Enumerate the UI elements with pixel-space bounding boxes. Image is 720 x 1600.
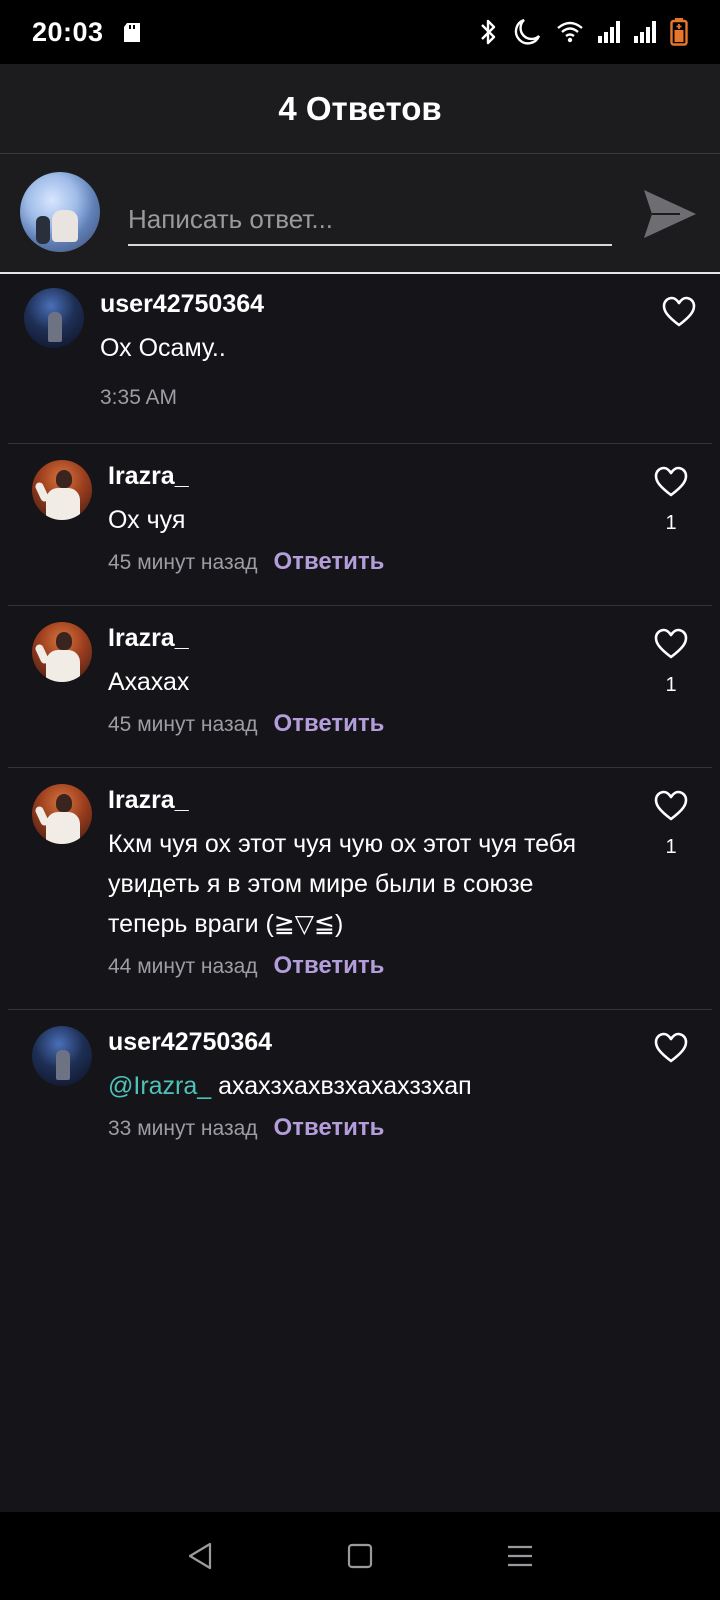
comment-time: 44 минут назад (108, 955, 258, 978)
comment-username[interactable]: Irazra_ (108, 624, 189, 653)
list-item: user42750364 Ох Осаму.. 3:35 AM (8, 276, 712, 444)
like-count: 1 (665, 512, 677, 534)
list-item: user42750364 @Irazra_ ахахзхахвзхахахззх… (8, 1010, 712, 1172)
comment-text: Кхм чуя ох этот чуя чую ох этот чуя тебя… (108, 830, 577, 938)
screen: 20:03 4 Ответов Написать ответ... user42… (0, 0, 720, 1600)
back-icon (188, 1542, 212, 1570)
heart-icon[interactable] (662, 296, 696, 328)
comment-username[interactable]: user42750364 (108, 1028, 272, 1057)
heart-icon[interactable] (654, 1032, 688, 1064)
list-item: Irazra_ Ох чуя 45 минут назад Ответить 1 (8, 444, 712, 606)
wifi-icon (557, 21, 583, 43)
comment-meta: 45 минут назад Ответить (108, 710, 384, 738)
bluetooth-icon (481, 19, 496, 45)
comment-meta: 45 минут назад Ответить (108, 548, 384, 576)
reply-input[interactable] (128, 194, 612, 246)
battery-icon (670, 18, 688, 46)
like-count: 1 (665, 674, 677, 696)
menu-icon (508, 1545, 532, 1567)
reply-button[interactable]: Ответить (274, 1114, 385, 1142)
heart-icon[interactable] (654, 628, 688, 660)
comment-text: @Irazra_ ахахзхахвзхахахззхап (108, 1066, 472, 1106)
reply-composer (0, 154, 720, 274)
send-icon[interactable] (640, 186, 700, 242)
comment-username[interactable]: Irazra_ (108, 462, 189, 491)
signal-icon (634, 21, 656, 43)
avatar[interactable] (24, 288, 84, 348)
comment-text: Ох Осаму.. (100, 334, 226, 362)
signal-icon (598, 21, 620, 43)
menu-button[interactable] (500, 1536, 540, 1576)
avatar[interactable] (32, 622, 92, 682)
comment-username[interactable]: user42750364 (100, 290, 264, 319)
heart-icon[interactable] (654, 790, 688, 822)
avatar[interactable] (32, 784, 92, 844)
home-icon (347, 1543, 373, 1569)
comment-meta: 33 минут назад Ответить (108, 1114, 384, 1142)
comment-username[interactable]: Irazra_ (108, 786, 189, 815)
heart-icon[interactable] (654, 466, 688, 498)
page-title: 4 Ответов (278, 89, 442, 127)
header: 4 Ответов (0, 64, 720, 154)
comment-meta: 3:35 AM (100, 386, 177, 410)
comment-text: Ох чуя (108, 506, 186, 534)
navigation-bar (0, 1512, 720, 1600)
comment-text: Ахахах (108, 668, 190, 696)
comment-time: 3:35 AM (100, 386, 178, 409)
avatar[interactable] (32, 460, 92, 520)
reply-button[interactable]: Ответить (274, 548, 385, 576)
comment-time: 45 минут назад (108, 551, 258, 574)
status-bar: 20:03 (0, 0, 720, 64)
list-item: Irazra_ Кхм чуя ох этот чуя чую ох этот … (8, 768, 712, 1010)
comment-time: 33 минут назад (108, 1117, 258, 1140)
status-time: 20:03 (32, 16, 104, 47)
home-button[interactable] (340, 1536, 380, 1576)
list-item: Irazra_ Ахахах 45 минут назад Ответить 1 (8, 606, 712, 768)
comment-time: 45 минут назад (108, 713, 258, 736)
moon-icon (514, 18, 541, 45)
reply-button[interactable]: Ответить (274, 952, 385, 980)
comment-text-body: ахахзхахвзхахахззхап (211, 1072, 472, 1100)
avatar[interactable] (20, 172, 100, 252)
mention-link[interactable]: @Irazra_ (108, 1072, 211, 1100)
status-icons (478, 17, 688, 47)
like-count: 1 (665, 836, 677, 858)
back-button[interactable] (180, 1536, 220, 1576)
sd-card-icon (123, 22, 140, 42)
avatar[interactable] (32, 1026, 92, 1086)
comment-meta: 44 минут назад Ответить (108, 952, 384, 980)
reply-button[interactable]: Ответить (274, 710, 385, 738)
